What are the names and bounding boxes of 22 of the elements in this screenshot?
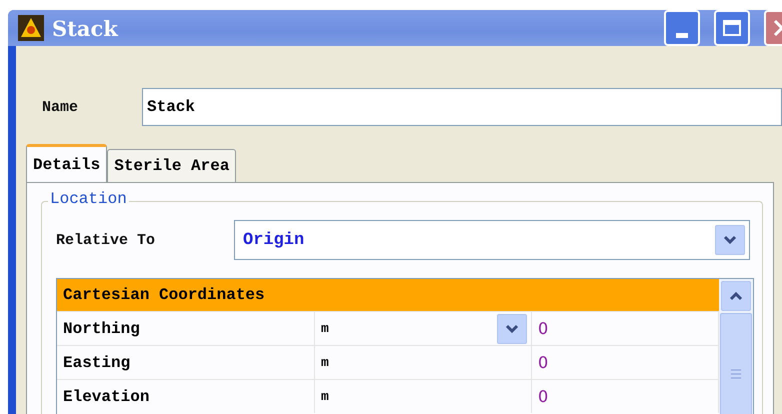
maximize-button[interactable] [714,10,750,46]
unit-cell[interactable]: m [315,346,532,379]
window-title: Stack [52,16,120,40]
unit-cell[interactable]: m [315,312,532,345]
tab[interactable]: Sterile Area [107,149,236,182]
scroll-thumb[interactable] [720,313,752,414]
name-field[interactable]: Stack [142,88,782,126]
relative-to-dropdown[interactable]: Origin [234,220,750,260]
minimize-icon [676,32,688,38]
maximize-icon [722,19,742,37]
relative-to-label: Relative To [56,232,156,248]
table-cell: Northing [57,312,315,345]
table-cell: Elevation [57,380,315,413]
scroll-up-icon[interactable] [721,281,751,311]
scrollbar[interactable] [719,279,753,414]
table-cell: Easting [57,346,315,379]
app-icon [18,15,44,41]
minimize-button[interactable] [664,10,700,46]
name-label: Name [41,98,80,116]
unit-cell[interactable]: m [315,380,532,413]
grid-header: Cartesian Coordinates [57,279,719,311]
tab[interactable]: Details [26,144,108,182]
